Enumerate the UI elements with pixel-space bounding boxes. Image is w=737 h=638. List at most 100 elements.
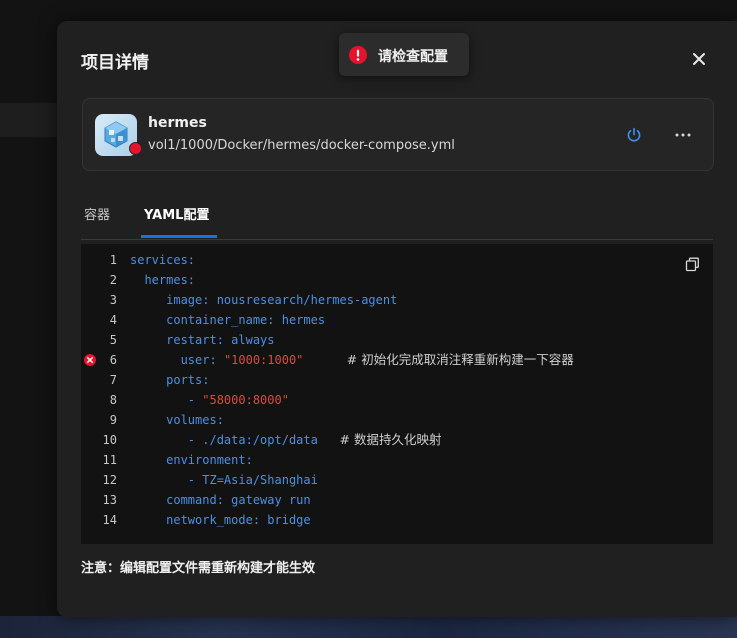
code-line[interactable]: 13 command: gateway run [81,490,681,510]
code-line[interactable]: 14 network_mode: bridge [81,510,681,530]
dialog-title: 项目详情 [81,53,149,73]
power-icon [627,127,641,142]
error-toast: 请检查配置 [339,33,469,76]
code-text: user: "1000:1000" # 初始化完成取消注释重新构建一下容器 [130,350,574,370]
line-number: 9 [109,413,117,427]
yaml-comment: # 数据持久化映射 [339,432,442,447]
code-line[interactable]: 7 ports: [81,370,681,390]
close-icon [693,53,705,65]
copy-icon [685,257,699,272]
line-number: 2 [109,273,117,287]
line-number: 3 [109,293,117,307]
yaml-key: command: gateway run [166,493,311,507]
tab-yaml-config[interactable]: YAML配置 [144,204,209,223]
yaml-key: - [187,393,203,407]
code-line[interactable]: 4 container_name: hermes [81,310,681,330]
code-text: - ./data:/opt/data # 数据持久化映射 [130,430,442,450]
active-tab-indicator [141,235,217,238]
yaml-key: restart: always [166,333,275,347]
code-text: hermes: [130,270,195,290]
code-text: volumes: [130,410,224,430]
code-line[interactable]: 8 - "58000:8000" [81,390,681,410]
line-error-icon[interactable] [84,354,96,366]
line-number: 8 [109,393,117,407]
tab-containers[interactable]: 容器 [84,204,110,223]
code-spacing [303,353,346,367]
code-line[interactable]: 11 environment: [81,450,681,470]
code-line[interactable]: 10 - ./data:/opt/data # 数据持久化映射 [81,430,681,450]
toast-message: 请检查配置 [378,49,448,65]
yaml-key: container_name: hermes [166,313,326,327]
yaml-key: network_mode: bridge [166,513,311,527]
error-icon [349,46,367,64]
more-options-button[interactable] [673,126,693,144]
code-text: image: nousresearch/hermes-agent [130,290,397,310]
yaml-comment: # 初始化完成取消注释重新构建一下容器 [346,352,574,367]
line-number: 6 [109,353,117,367]
line-number: 1 [109,253,117,267]
project-details-dialog: 项目详情 请检查配置 hermes vol1/1000/Docker/herme… [57,21,737,617]
yaml-key: - TZ=Asia/Shanghai [187,473,318,487]
code-text: - "58000:8000" [130,390,289,410]
code-line[interactable]: 9 volumes: [81,410,681,430]
yaml-string: "1000:1000" [223,353,304,367]
code-text: services: [130,250,195,270]
code-line[interactable]: 12 - TZ=Asia/Shanghai [81,470,681,490]
more-horizontal-icon [675,133,691,137]
background-panel [0,103,60,137]
code-spacing [318,433,340,447]
code-text: restart: always [130,330,275,350]
yaml-key: services: [130,253,196,267]
line-number: 4 [109,313,117,327]
status-indicator [129,142,142,155]
line-number: 7 [109,373,117,387]
code-line[interactable]: 2 hermes: [81,270,681,290]
line-number: 10 [102,433,117,447]
code-text: network_mode: bridge [130,510,311,530]
project-path: vol1/1000/Docker/hermes/docker-compose.y… [148,138,455,153]
yaml-key: environment: [166,453,253,467]
power-button[interactable] [625,126,643,144]
yaml-string: "58000:8000" [202,393,289,407]
close-button[interactable] [688,48,710,70]
code-text: ports: [130,370,209,390]
code-line[interactable]: 6 user: "1000:1000" # 初始化完成取消注释重新构建一下容器 [81,350,681,370]
line-number: 12 [102,473,117,487]
project-name: hermes [148,115,207,131]
copy-button[interactable] [685,257,700,272]
line-number: 5 [109,333,117,347]
line-number: 14 [102,513,117,527]
code-line[interactable]: 1 services: [81,250,681,270]
code-text: environment: [130,450,253,470]
yaml-key: image: nousresearch/hermes-agent [166,293,398,307]
project-card: hermes vol1/1000/Docker/hermes/docker-co… [82,98,714,171]
yaml-key: ports: [166,373,210,387]
yaml-editor[interactable]: 1 services: 2 hermes: 3 image: nousresearch… [81,244,713,544]
code-text: - TZ=Asia/Shanghai [130,470,318,490]
config-note: 注意：编辑配置文件需重新构建才能生效 [81,561,316,576]
yaml-key: - ./data:/opt/data [187,433,318,447]
code-text: container_name: hermes [130,310,325,330]
code-line[interactable]: 3 image: nousresearch/hermes-agent [81,290,681,310]
desktop-wallpaper-strip [0,616,737,638]
yaml-key: user: [180,353,224,367]
tab-bar: 容器 YAML配置 [81,193,713,240]
line-number: 13 [102,493,117,507]
line-number: 11 [102,453,117,467]
yaml-key: hermes: [144,273,196,287]
code-line[interactable]: 5 restart: always [81,330,681,350]
code-text: command: gateway run [130,490,311,510]
